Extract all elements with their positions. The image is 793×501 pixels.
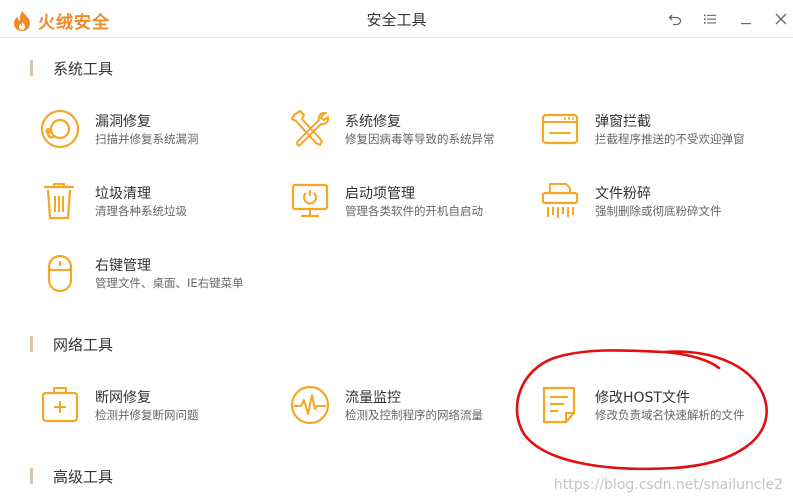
tool-net-repair[interactable]: 断网修复 检测并修复断网问题 <box>40 385 270 435</box>
section-marker <box>30 336 33 352</box>
back-button[interactable] <box>665 9 685 29</box>
tool-desc: 清理各种系统垃圾 <box>95 204 187 218</box>
tool-leak-repair[interactable]: 漏洞修复 扫描并修复系统漏洞 <box>40 109 270 159</box>
toolbox-icon <box>41 387 79 423</box>
lifebuoy-icon <box>40 109 80 149</box>
undo-arrow-icon <box>668 14 682 26</box>
tool-name: 垃圾清理 <box>95 186 151 202</box>
tool-desc: 管理各类软件的开机自启动 <box>345 204 483 218</box>
trash-icon <box>44 183 74 220</box>
section-system-tools: 系统工具 <box>30 59 114 78</box>
tool-name: 流量监控 <box>345 390 401 406</box>
close-icon <box>775 13 787 25</box>
tool-desc: 扫描并修复系统漏洞 <box>95 132 199 146</box>
tool-startup-manager[interactable]: 启动项管理 管理各类软件的开机自启动 <box>290 181 520 231</box>
menu-button[interactable] <box>700 9 720 29</box>
tool-name: 系统修复 <box>345 114 401 130</box>
section-advanced-tools: 高级工具 <box>30 467 114 486</box>
minimize-icon <box>741 23 751 25</box>
tool-traffic-monitor[interactable]: 流量监控 检测及控制程序的网络流量 <box>290 385 520 435</box>
list-menu-icon <box>704 14 716 24</box>
tool-desc: 检测及控制程序的网络流量 <box>345 408 483 422</box>
minimize-button[interactable] <box>736 9 756 29</box>
section-title: 高级工具 <box>53 467 114 486</box>
tool-name: 文件粉碎 <box>595 186 651 202</box>
wrench-screwdriver-icon <box>291 110 330 147</box>
tool-name: 漏洞修复 <box>95 114 151 130</box>
mouse-icon <box>47 254 73 293</box>
close-button[interactable] <box>771 9 791 29</box>
tool-desc: 拦截程序推送的不受欢迎弹窗 <box>595 132 745 146</box>
tool-file-shred[interactable]: 文件粉碎 强制删除或彻底粉碎文件 <box>540 181 770 231</box>
tool-desc: 检测并修复断网问题 <box>95 408 199 422</box>
watermark: https://blog.csdn.net/snailuncle2 <box>553 477 783 493</box>
tool-name: 弹窗拦截 <box>595 114 651 130</box>
section-marker <box>30 468 33 484</box>
section-network-tools: 网络工具 <box>30 335 114 354</box>
tool-desc: 强制删除或彻底粉碎文件 <box>595 204 722 218</box>
gauge-icon <box>290 385 330 425</box>
tool-name: 右键管理 <box>95 258 151 274</box>
tool-desc: 修复因病毒等导致的系统异常 <box>345 132 495 146</box>
section-title: 系统工具 <box>53 59 114 78</box>
section-title: 网络工具 <box>53 335 114 354</box>
shredder-icon <box>541 183 579 218</box>
tool-desc: 管理文件、桌面、IE右键菜单 <box>95 276 244 290</box>
tool-name: 断网修复 <box>95 390 151 406</box>
section-marker <box>30 60 33 76</box>
title-bar: 火绒安全 安全工具 <box>0 0 793 38</box>
tool-junk-clean[interactable]: 垃圾清理 清理各种系统垃圾 <box>40 181 270 231</box>
annotation-circle <box>515 349 768 471</box>
popup-window-icon <box>541 113 579 145</box>
tool-name: 启动项管理 <box>345 186 415 202</box>
monitor-icon <box>291 183 329 218</box>
tool-system-repair[interactable]: 系统修复 修复因病毒等导致的系统异常 <box>290 109 520 159</box>
tool-popup-block[interactable]: 弹窗拦截 拦截程序推送的不受欢迎弹窗 <box>540 109 770 159</box>
tool-context-menu[interactable]: 右键管理 管理文件、桌面、IE右键菜单 <box>40 253 270 303</box>
